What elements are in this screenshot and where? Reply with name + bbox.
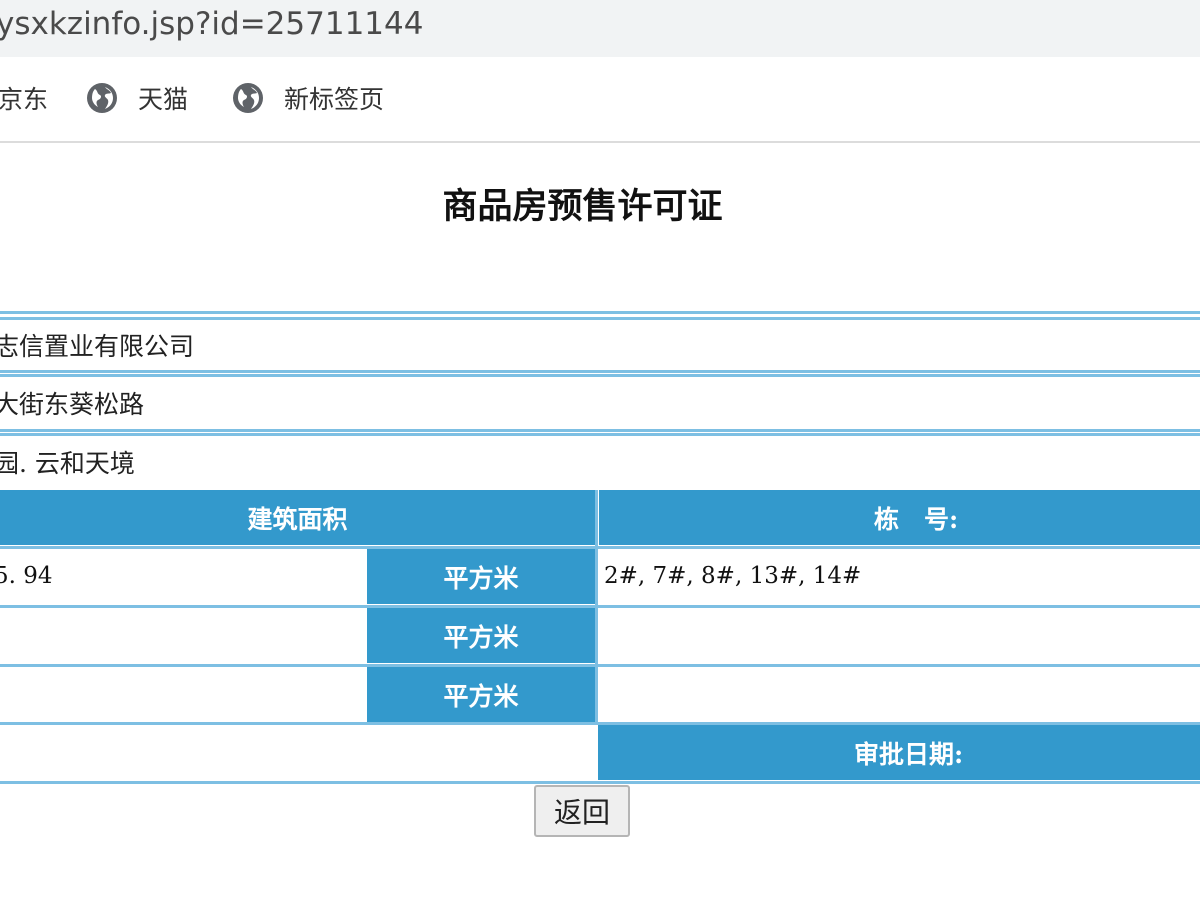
table-border: [0, 370, 1200, 373]
bookmark-label: 新标签页: [284, 85, 385, 114]
building-no-header-label: 栋 号:: [874, 504, 959, 534]
building-numbers: 2#, 7#, 8#, 13#, 14#: [604, 563, 862, 589]
back-button[interactable]: 返回: [534, 785, 630, 837]
table-border: [0, 546, 1200, 549]
globe-icon: [87, 83, 117, 113]
bookmark-tmall[interactable]: 天猫: [86, 81, 188, 115]
table-border: [0, 374, 1200, 377]
area-value: 5. 94: [0, 563, 53, 589]
table-border: [0, 311, 1200, 314]
bookmarks-bar: 京东 天猫 新标签页: [0, 57, 1200, 143]
unit-cell: 平方米: [367, 608, 595, 663]
table-border: [0, 664, 1200, 667]
project-name: 园. 云和天境: [0, 449, 135, 478]
building-no-header: 栋 号:: [599, 490, 1200, 545]
page-content: 商品房预售许可证 志信置业有限公司 大街东葵松路 园. 云和天境 建筑面积 栋 …: [0, 143, 1200, 900]
unit-label: 平方米: [443, 563, 519, 593]
address-text: 大街东葵松路: [0, 390, 145, 419]
approval-date-header: 审批日期:: [598, 725, 1200, 780]
unit-label: 平方米: [443, 681, 519, 711]
unit-cell: 平方米: [367, 549, 595, 604]
url-text[interactable]: ysxkzinfo.jsp?id=25711144: [0, 6, 423, 42]
unit-label: 平方米: [443, 622, 519, 652]
area-header-label: 建筑面积: [247, 504, 348, 534]
unit-cell: 平方米: [367, 667, 595, 722]
table-border: [0, 429, 1200, 432]
globe-icon: [233, 83, 263, 113]
table-border: [0, 781, 1200, 784]
column-divider: [595, 490, 598, 725]
area-header: 建筑面积: [0, 490, 595, 545]
table-border: [0, 605, 1200, 608]
company-name: 志信置业有限公司: [0, 332, 195, 361]
approval-date-label: 审批日期:: [854, 739, 964, 769]
table-border: [0, 317, 1200, 320]
table-border: [0, 433, 1200, 436]
bookmark-label: 京东: [0, 85, 49, 114]
page-title: 商品房预售许可证: [442, 187, 723, 227]
address-bar[interactable]: ysxkzinfo.jsp?id=25711144: [0, 0, 1200, 57]
bookmark-label: 天猫: [138, 85, 189, 114]
bookmark-new-tab[interactable]: 新标签页: [232, 81, 384, 115]
bookmark-jd[interactable]: 京东: [0, 81, 48, 115]
